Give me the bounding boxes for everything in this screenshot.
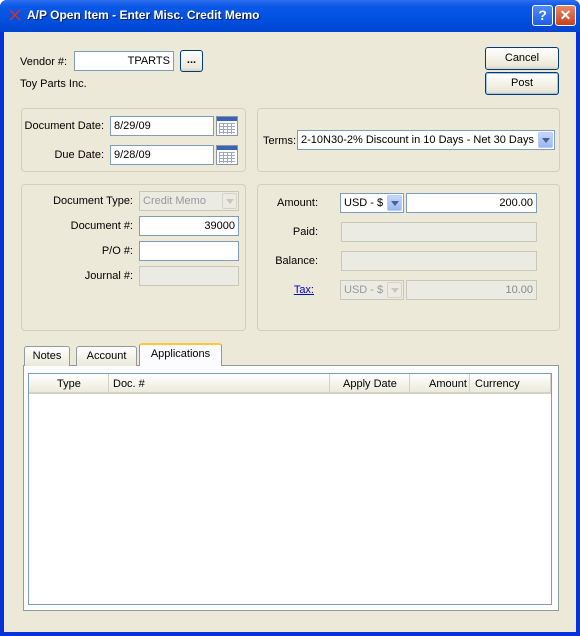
- close-button[interactable]: ✕: [555, 5, 576, 26]
- column-header-apply-date[interactable]: Apply Date: [330, 374, 410, 394]
- help-button[interactable]: ?: [532, 5, 553, 26]
- document-type-label: Document Type:: [53, 195, 133, 207]
- chevron-down-icon: [222, 193, 237, 209]
- column-header-amount[interactable]: Amount: [410, 374, 470, 394]
- document-number-label: Document #:: [70, 220, 133, 232]
- vendor-label: Vendor #:: [20, 56, 68, 68]
- amount-currency-select[interactable]: USD - $: [340, 193, 404, 213]
- tab-applications[interactable]: Applications: [139, 343, 222, 366]
- tab-notes[interactable]: Notes: [24, 346, 70, 366]
- due-date-label: Due Date:: [54, 149, 104, 161]
- due-date-field[interactable]: 9/28/09: [110, 145, 214, 165]
- po-number-label: P/O #:: [101, 245, 133, 257]
- tax-currency-select: USD - $: [340, 280, 404, 300]
- amount-label: Amount:: [277, 197, 318, 209]
- document-date-calendar-icon[interactable]: [216, 116, 238, 136]
- paid-field: [341, 222, 537, 242]
- chevron-down-icon[interactable]: [387, 195, 402, 211]
- window-frame-right: [576, 32, 580, 636]
- po-number-field[interactable]: [139, 241, 239, 261]
- chevron-down-icon[interactable]: [538, 132, 553, 148]
- terms-value: 2-10N30-2% Discount in 10 Days - Net 30 …: [301, 134, 534, 146]
- paid-label: Paid:: [292, 226, 318, 238]
- column-header-currency[interactable]: Currency: [470, 374, 551, 394]
- post-button[interactable]: Post: [485, 72, 559, 95]
- applications-table[interactable]: Type Doc. # Apply Date Amount Currency: [28, 373, 552, 605]
- window-frame-bottom: [0, 632, 580, 636]
- app-x-icon: [9, 10, 21, 20]
- document-date-field[interactable]: 8/29/09: [110, 116, 214, 136]
- chevron-down-icon: [387, 282, 402, 298]
- cancel-button[interactable]: Cancel: [485, 47, 559, 70]
- column-header-type[interactable]: Type: [29, 374, 109, 394]
- balance-label: Balance:: [275, 255, 318, 267]
- amount-field[interactable]: 200.00: [406, 193, 537, 213]
- document-type-select: Credit Memo: [139, 191, 239, 211]
- journal-number-label: Journal #:: [84, 270, 133, 282]
- vendor-name: Toy Parts Inc.: [20, 78, 87, 90]
- journal-number-field: [139, 266, 239, 286]
- vendor-lookup-button[interactable]: ...: [180, 50, 203, 72]
- title-bar[interactable]: A/P Open Item - Enter Misc. Credit Memo …: [0, 0, 580, 32]
- tax-field: 10.00: [406, 280, 537, 300]
- document-date-label: Document Date:: [24, 120, 104, 132]
- tax-currency-value: USD - $: [344, 284, 384, 296]
- balance-field: [341, 251, 537, 271]
- document-type-value: Credit Memo: [143, 195, 206, 207]
- document-number-field[interactable]: 39000: [139, 216, 239, 236]
- amount-currency-value: USD - $: [344, 197, 384, 209]
- terms-label: Terms:: [263, 135, 296, 147]
- tab-account[interactable]: Account: [76, 346, 137, 366]
- due-date-calendar-icon[interactable]: [216, 145, 238, 165]
- tax-link[interactable]: Tax:: [260, 284, 314, 296]
- window-title: A/P Open Item - Enter Misc. Credit Memo: [27, 8, 260, 22]
- column-header-doc-number[interactable]: Doc. #: [109, 374, 330, 394]
- vendor-number-field[interactable]: TPARTS: [74, 51, 174, 71]
- terms-select[interactable]: 2-10N30-2% Discount in 10 Days - Net 30 …: [297, 130, 555, 150]
